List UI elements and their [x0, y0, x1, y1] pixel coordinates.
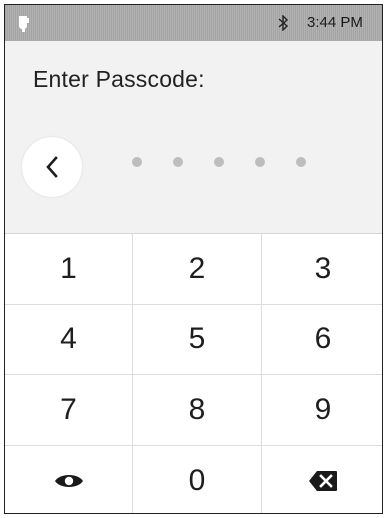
backspace-icon: [309, 470, 337, 491]
passcode-dot: [255, 157, 265, 167]
key-8[interactable]: 8: [133, 375, 262, 446]
keypad: 1 2 3 4 5 6 7 8 9 0: [5, 233, 382, 514]
chevron-left-icon: [46, 156, 58, 178]
bluetooth-icon: [278, 15, 289, 31]
mug-icon: [19, 16, 29, 32]
key-7[interactable]: 7: [5, 375, 133, 446]
passcode-dot: [132, 157, 142, 167]
status-time: 3:44 PM: [307, 14, 363, 31]
passcode-dot: [173, 157, 183, 167]
eye-icon: [54, 474, 83, 487]
back-button[interactable]: [22, 137, 82, 197]
phone-screen: 3:44 PM Enter Passcode: 1 2 3 4 5 6 7 8 …: [4, 4, 383, 514]
key-5[interactable]: 5: [133, 304, 262, 375]
key-1[interactable]: 1: [5, 234, 133, 305]
status-bar: 3:44 PM: [5, 5, 382, 41]
key-3[interactable]: 3: [262, 234, 382, 305]
key-6[interactable]: 6: [262, 305, 382, 375]
key-9[interactable]: 9: [262, 375, 382, 446]
passcode-dot: [214, 157, 224, 167]
passcode-title: Enter Passcode:: [33, 66, 205, 92]
key-4[interactable]: 4: [5, 304, 133, 375]
passcode-dot: [296, 157, 306, 167]
passcode-dots: [132, 157, 306, 167]
backspace-button[interactable]: [262, 446, 382, 514]
key-0[interactable]: 0: [133, 445, 262, 513]
show-passcode-button[interactable]: [5, 445, 133, 513]
key-2[interactable]: 2: [133, 234, 262, 305]
